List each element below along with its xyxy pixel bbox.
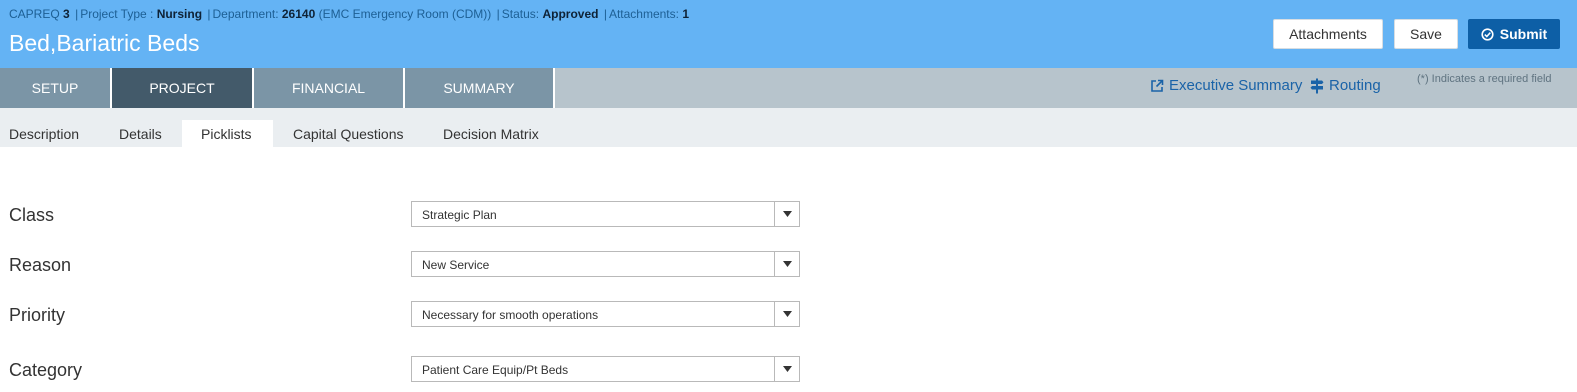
department-label: Department: [212,7,279,21]
executive-summary-link[interactable]: Executive Summary [1150,77,1302,94]
tab-summary[interactable]: SUMMARY [405,68,555,108]
tab-setup[interactable]: SETUP [0,68,112,108]
required-field-note: (*) Indicates a required field [1417,73,1552,85]
request-meta-line: CAPREQ 3 | Project Type : Nursing | Depart… [9,7,689,21]
category-label: Category [9,360,83,380]
routing-link[interactable]: Routing [1310,77,1381,94]
check-circle-icon [1481,27,1494,41]
category-select-value: Patient Care Equip/Pt Beds [422,363,569,377]
meta-separator: | [603,7,607,21]
priority-select[interactable]: Necessary for smooth operations [411,301,800,327]
signpost-icon [1310,78,1324,94]
executive-summary-label: Executive Summary [1169,77,1303,94]
department-name: (EMC Emergency Room (CDM)) [318,7,492,21]
priority-label: Priority [9,305,66,325]
page-title: Bed,Bariatric Beds [9,30,200,56]
external-link-icon [1150,79,1164,93]
attachments-count-value: 1 [682,7,689,21]
category-select[interactable]: Patient Care Equip/Pt Beds [411,356,800,382]
caret-down-icon[interactable] [774,302,799,326]
reason-select[interactable]: New Service [411,251,800,277]
submit-button[interactable]: Submit [1468,19,1560,49]
submit-label: Submit [1499,26,1548,42]
reason-label: Reason [9,255,72,275]
capreq-value: 3 [63,7,70,21]
class-select-value: Strategic Plan [422,208,497,222]
tab-financial[interactable]: FINANCIAL [254,68,405,108]
caret-down-icon[interactable] [774,357,799,381]
meta-separator: | [207,7,211,21]
subtab-decision-matrix[interactable]: Decision Matrix [443,120,539,147]
status-value: Approved [542,7,599,21]
save-button[interactable]: Save [1394,19,1458,49]
subtab-capital-questions[interactable]: Capital Questions [293,120,404,147]
routing-label: Routing [1329,77,1381,94]
sub-tab-bar: Description Details Picklists Capital Qu… [0,108,1577,147]
department-value: 26140 [281,7,316,21]
meta-separator: | [496,7,500,21]
attachments-count-label: Attachments: [608,7,679,21]
capreq-label: CAPREQ [9,7,60,21]
subtab-description[interactable]: Description [9,120,79,147]
class-label: Class [9,205,55,225]
reason-select-value: New Service [422,258,490,272]
main-tab-bar: SETUP PROJECT FINANCIAL SUMMARY Executiv… [0,68,1577,108]
caret-down-icon[interactable] [774,202,799,226]
tab-project[interactable]: PROJECT [112,68,254,108]
attachments-button[interactable]: Attachments [1273,19,1383,49]
class-select[interactable]: Strategic Plan [411,201,800,227]
project-type-label: Project Type : [80,7,154,21]
priority-select-value: Necessary for smooth operations [422,308,599,322]
page-header: CAPREQ 3 | Project Type : Nursing | Depart… [0,0,1577,68]
status-label: Status: [501,7,540,21]
subtab-details[interactable]: Details [119,120,162,147]
caret-down-icon[interactable] [774,252,799,276]
meta-separator: | [75,7,79,21]
project-type-value: Nursing [156,7,203,21]
subtab-picklists[interactable]: Picklists [182,120,273,147]
